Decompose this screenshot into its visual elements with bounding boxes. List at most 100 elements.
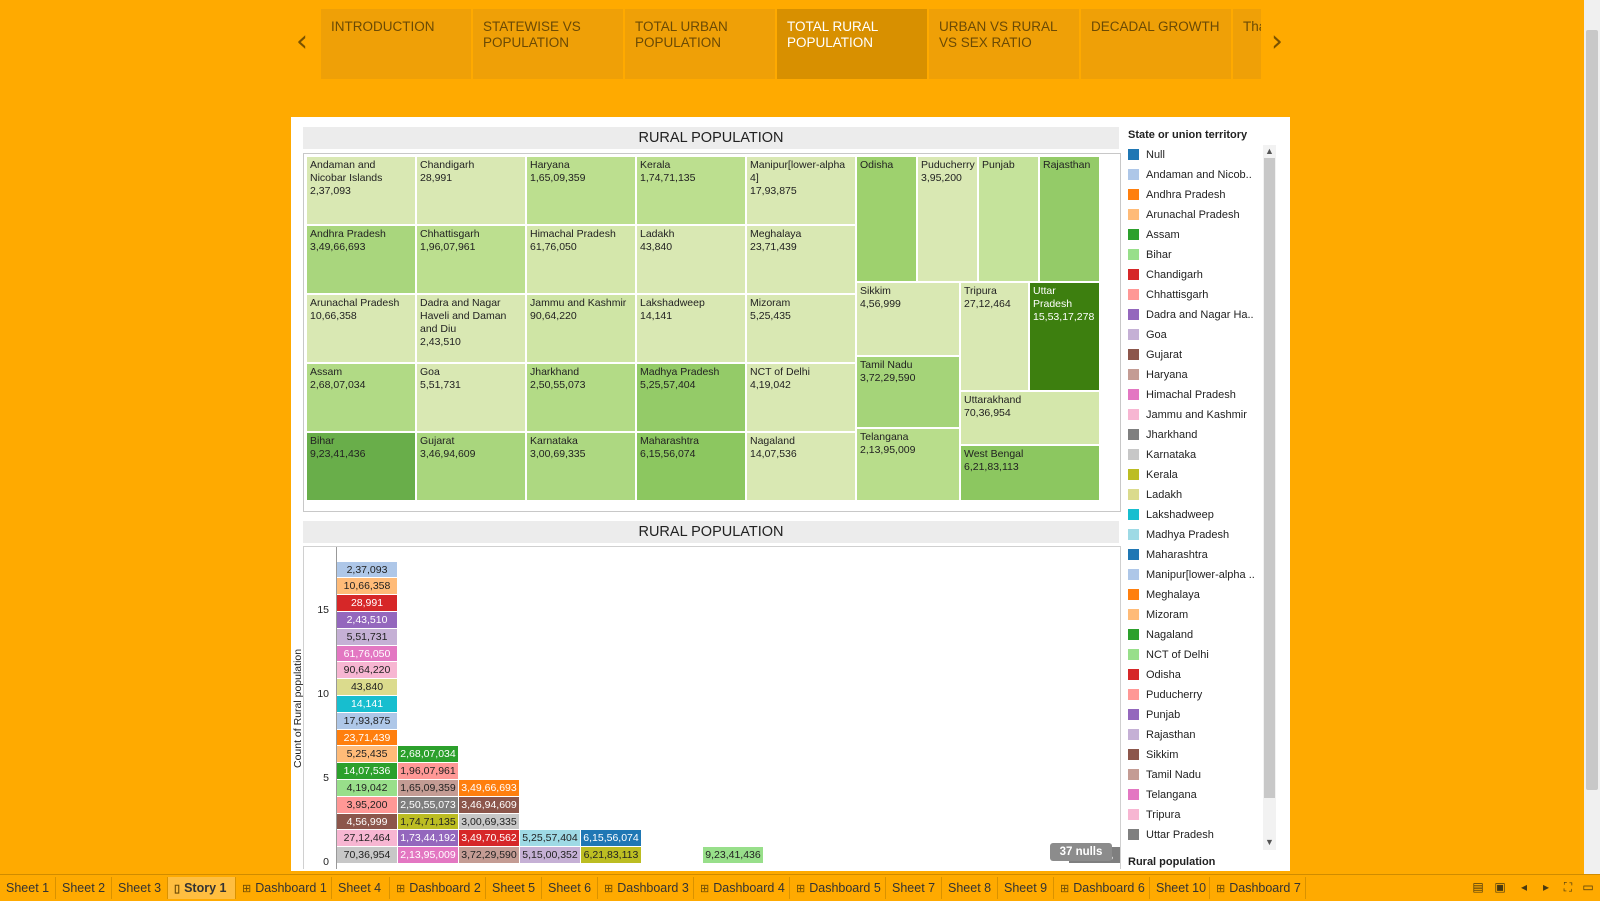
treemap-cell[interactable]: Uttarakhand 70,36,954 bbox=[960, 391, 1100, 445]
treemap-cell[interactable]: Lakshadweep 14,141 bbox=[636, 294, 746, 363]
legend-item[interactable]: Gujarat bbox=[1128, 345, 1258, 365]
story-point-tab[interactable]: INTRODUCTION bbox=[321, 9, 471, 79]
legend-item[interactable]: Andaman and Nicob.. bbox=[1128, 165, 1258, 185]
sheet-tab[interactable]: Sheet 10 bbox=[1150, 877, 1210, 899]
story-point-tab[interactable]: DECADAL GROWTH bbox=[1081, 9, 1231, 79]
sheet-tab[interactable]: Sheet 1 bbox=[0, 877, 56, 899]
histogram-segment[interactable]: 90,64,220 bbox=[337, 662, 397, 680]
sheet-tab[interactable]: ⊞ Dashboard 6 bbox=[1054, 877, 1150, 899]
legend-item[interactable]: Jharkhand bbox=[1128, 425, 1258, 445]
treemap-cell[interactable]: Arunachal Pradesh 10,66,358 bbox=[306, 294, 416, 363]
histogram-segment[interactable]: 3,00,69,335 bbox=[459, 813, 519, 831]
legend-scroll-up-icon[interactable]: ▲ bbox=[1263, 145, 1276, 158]
histogram-segment[interactable]: 4,19,042 bbox=[337, 780, 397, 797]
treemap-cell[interactable]: Odisha bbox=[856, 156, 917, 282]
treemap-cell[interactable]: Assam 2,68,07,034 bbox=[306, 363, 416, 432]
legend-item[interactable]: Himachal Pradesh bbox=[1128, 385, 1258, 405]
legend-item[interactable]: Jammu and Kashmir bbox=[1128, 405, 1258, 425]
histogram-segment[interactable]: 23,71,439 bbox=[337, 729, 397, 747]
legend-scroll-down-icon[interactable]: ▼ bbox=[1263, 836, 1276, 849]
legend-item[interactable]: Manipur[lower-alpha .. bbox=[1128, 565, 1258, 585]
sheet-tab[interactable]: ⊞ Dashboard 3 bbox=[598, 877, 694, 899]
next-story-point-button[interactable]: › bbox=[1265, 22, 1289, 62]
window-scroll-thumb[interactable] bbox=[1586, 30, 1598, 790]
fullscreen-icon[interactable]: ⛶ bbox=[1560, 878, 1576, 896]
histogram-segment[interactable]: 1,65,09,359 bbox=[398, 780, 458, 797]
histogram-segment[interactable]: 28,991 bbox=[337, 595, 397, 612]
treemap-cell[interactable]: Bihar 9,23,41,436 bbox=[306, 432, 416, 501]
histogram-segment[interactable]: 3,49,70,562 bbox=[459, 830, 519, 848]
histogram-segment[interactable]: 2,37,093 bbox=[337, 561, 397, 579]
sheet-tab[interactable]: ⊞ Dashboard 1 bbox=[236, 877, 332, 899]
treemap-cell[interactable]: Mizoram 5,25,435 bbox=[746, 294, 856, 363]
legend-item[interactable]: Andhra Pradesh bbox=[1128, 185, 1258, 205]
sheet-tab[interactable]: Sheet 3 bbox=[112, 877, 168, 899]
legend-item[interactable]: Meghalaya bbox=[1128, 585, 1258, 605]
legend-item[interactable]: Arunachal Pradesh bbox=[1128, 205, 1258, 225]
legend-item[interactable]: Puducherry bbox=[1128, 685, 1258, 705]
treemap-cell[interactable]: Chhattisgarh 1,96,07,961 bbox=[416, 225, 526, 294]
histogram-segment[interactable]: 3,46,94,609 bbox=[459, 796, 519, 814]
legend-item[interactable]: Maharashtra bbox=[1128, 545, 1258, 565]
legend-item[interactable]: Ladakh bbox=[1128, 485, 1258, 505]
treemap-cell[interactable]: West Bengal 6,21,83,113 bbox=[960, 445, 1100, 501]
legend-item[interactable]: Karnataka bbox=[1128, 445, 1258, 465]
treemap-cell[interactable]: Meghalaya 23,71,439 bbox=[746, 225, 856, 294]
sheet-tab[interactable]: Sheet 5 bbox=[486, 877, 542, 899]
sheet-tab[interactable]: Sheet 4 bbox=[332, 877, 390, 899]
histogram-segment[interactable]: 70,36,954 bbox=[337, 847, 397, 864]
treemap-cell[interactable]: Telangana 2,13,95,009 bbox=[856, 428, 960, 501]
legend-item[interactable]: Uttar Pradesh bbox=[1128, 825, 1258, 845]
treemap-cell[interactable]: Tamil Nadu 3,72,29,590 bbox=[856, 356, 960, 428]
histogram-segment[interactable]: 5,25,57,404 bbox=[520, 830, 580, 848]
treemap-cell[interactable]: Puducherry 3,95,200 bbox=[917, 156, 978, 282]
sheet-tab[interactable]: Sheet 6 bbox=[542, 877, 598, 899]
histogram-segment[interactable]: 5,51,731 bbox=[337, 628, 397, 646]
histogram-segment[interactable]: 27,12,464 bbox=[337, 830, 397, 848]
histogram-segment[interactable]: 1,74,71,135 bbox=[398, 813, 458, 831]
treemap-cell[interactable]: Goa 5,51,731 bbox=[416, 363, 526, 432]
legend-item[interactable]: Telangana bbox=[1128, 785, 1258, 805]
sheet-tab[interactable]: ⊞ Dashboard 5 bbox=[790, 877, 886, 899]
legend-item[interactable]: Sikkim bbox=[1128, 745, 1258, 765]
legend-item[interactable]: Chandigarh bbox=[1128, 265, 1258, 285]
histogram-segment[interactable]: 2,43,510 bbox=[337, 612, 397, 629]
sheet-tab[interactable]: Sheet 2 bbox=[56, 877, 112, 899]
sheet-tab[interactable]: Sheet 8 bbox=[942, 877, 998, 899]
filmstrip-icon[interactable]: ▣ bbox=[1492, 878, 1508, 896]
legend-item[interactable]: Lakshadweep bbox=[1128, 505, 1258, 525]
legend-item[interactable]: Madhya Pradesh bbox=[1128, 525, 1258, 545]
histogram-segment[interactable]: 4,56,999 bbox=[337, 813, 397, 831]
histogram-segment[interactable]: 14,07,536 bbox=[337, 763, 397, 780]
legend-item[interactable]: Haryana bbox=[1128, 365, 1258, 385]
legend-item[interactable]: Bihar bbox=[1128, 245, 1258, 265]
treemap-cell[interactable]: Sikkim 4,56,999 bbox=[856, 282, 960, 356]
histogram-segment[interactable]: 2,13,95,009 bbox=[398, 847, 458, 864]
treemap-cell[interactable]: Uttar Pradesh 15,53,17,278 bbox=[1029, 282, 1100, 391]
treemap-cell[interactable]: NCT of Delhi 4,19,042 bbox=[746, 363, 856, 432]
sheet-tab[interactable]: ⊞ Dashboard 2 bbox=[390, 877, 486, 899]
story-point-tab[interactable]: TOTAL URBAN POPULATION bbox=[625, 9, 775, 79]
treemap-cell[interactable]: Rajasthan bbox=[1039, 156, 1100, 282]
legend-item[interactable]: Goa bbox=[1128, 325, 1258, 345]
histogram-segment[interactable]: 2,68,07,034 bbox=[398, 746, 458, 764]
legend-item[interactable]: Null bbox=[1128, 145, 1258, 165]
treemap-cell[interactable]: Kerala 1,74,71,135 bbox=[636, 156, 746, 225]
story-point-tab[interactable]: URBAN VS RURAL VS SEX RATIO bbox=[929, 9, 1079, 79]
histogram-segment[interactable]: 5,15,00,352 bbox=[520, 847, 580, 864]
legend-item[interactable]: Tamil Nadu bbox=[1128, 765, 1258, 785]
treemap-cell[interactable]: Dadra and Nagar Haveli and Daman and Diu… bbox=[416, 294, 526, 363]
histogram-segment[interactable]: 9,23,41,436 bbox=[703, 847, 763, 864]
histogram-segment[interactable]: 3,72,29,590 bbox=[459, 847, 519, 864]
legend-item[interactable]: Nagaland bbox=[1128, 625, 1258, 645]
nulls-indicator[interactable]: 37 nulls bbox=[1050, 843, 1112, 861]
histogram-segment[interactable]: 3,49,66,693 bbox=[459, 780, 519, 797]
story-point-tab[interactable]: STATEWISE VS POPULATION bbox=[473, 9, 623, 79]
treemap-cell[interactable]: Punjab bbox=[978, 156, 1039, 282]
treemap-cell[interactable]: Gujarat 3,46,94,609 bbox=[416, 432, 526, 501]
sheet-tab[interactable]: ⊞ Dashboard 7 bbox=[1210, 877, 1306, 899]
present-icon[interactable]: ▭ bbox=[1580, 878, 1596, 896]
legend-item[interactable]: Assam bbox=[1128, 225, 1258, 245]
treemap-cell[interactable]: Karnataka 3,00,69,335 bbox=[526, 432, 636, 501]
histogram-segment[interactable]: 6,21,83,113 bbox=[581, 847, 641, 864]
